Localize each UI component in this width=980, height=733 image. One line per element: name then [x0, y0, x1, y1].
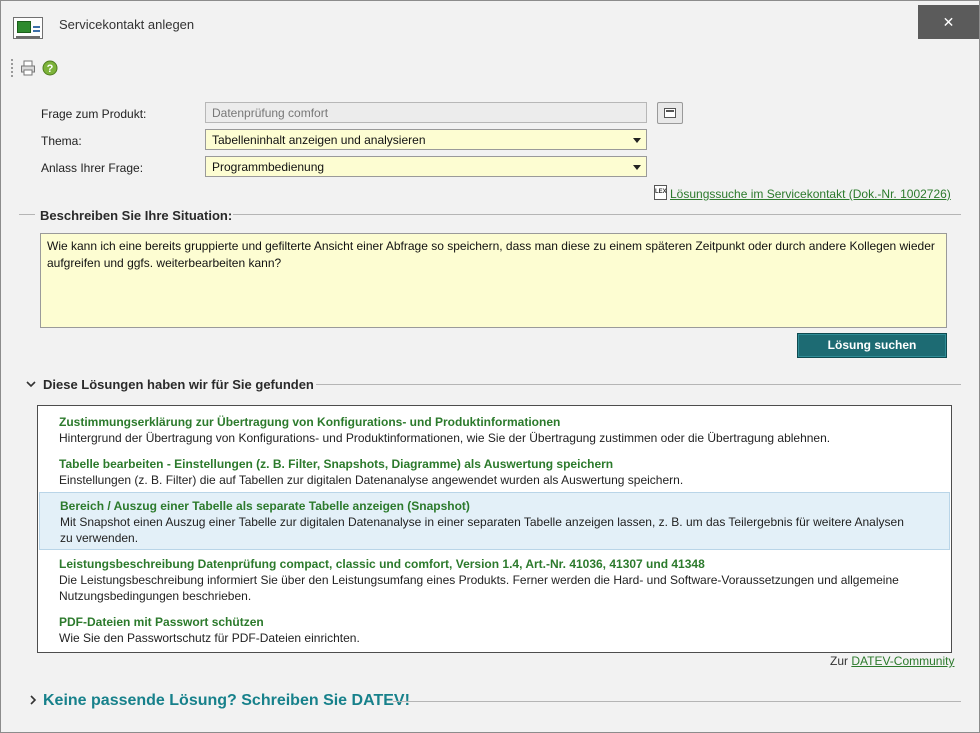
- window-picker-icon: [664, 108, 676, 118]
- divider: [316, 384, 961, 385]
- solution-title[interactable]: Leistungsbeschreibung Datenprüfung compa…: [59, 556, 910, 572]
- list-item[interactable]: Tabelle bearbeiten - Einstellungen (z. B…: [39, 456, 950, 488]
- product-picker-button[interactable]: [657, 102, 683, 124]
- toolbar-grip: [11, 59, 13, 77]
- search-solution-button[interactable]: Lösung suchen: [797, 333, 947, 358]
- solution-desc: Einstellungen (z. B. Filter) die auf Tab…: [59, 473, 684, 487]
- solution-title[interactable]: Tabelle bearbeiten - Einstellungen (z. B…: [59, 456, 950, 472]
- community-prefix: Zur: [830, 654, 848, 668]
- title-bar: Servicekontakt anlegen ✕: [1, 1, 979, 49]
- reason-dropdown[interactable]: Programmbedienung: [205, 156, 647, 177]
- close-button[interactable]: ✕: [918, 5, 979, 39]
- solution-title[interactable]: Bereich / Auszug einer Tabelle als separ…: [60, 498, 909, 514]
- divider: [19, 214, 35, 215]
- chevron-down-icon: [633, 138, 641, 143]
- service-contact-window: Servicekontakt anlegen ✕ ? Frage zum Pro…: [0, 0, 980, 733]
- solution-desc: Mit Snapshot einen Auszug einer Tabelle …: [60, 515, 904, 545]
- list-item[interactable]: PDF-Dateien mit Passwort schützen Wie Si…: [39, 614, 950, 646]
- reason-value: Programmbedienung: [212, 160, 325, 174]
- solution-desc: Die Leistungsbeschreibung informiert Sie…: [59, 573, 899, 603]
- window-title: Servicekontakt anlegen: [59, 17, 195, 32]
- topic-value: Tabelleninhalt anzeigen und analysieren: [212, 133, 426, 147]
- chevron-down-icon[interactable]: [26, 379, 36, 389]
- list-item[interactable]: Zustimmungserklärung zur Übertragung von…: [39, 414, 950, 446]
- solution-desc: Wie Sie den Passwortschutz für PDF-Datei…: [59, 631, 360, 645]
- solution-desc: Hintergrund der Übertragung von Konfigur…: [59, 431, 831, 445]
- solution-title[interactable]: Zustimmungserklärung zur Übertragung von…: [59, 414, 950, 430]
- product-field: Datenprüfung comfort: [205, 102, 647, 123]
- close-icon: ✕: [942, 13, 955, 30]
- solution-title[interactable]: PDF-Dateien mit Passwort schützen: [59, 614, 950, 630]
- chevron-down-icon: [633, 165, 641, 170]
- print-icon[interactable]: [20, 60, 36, 76]
- reference-link-text: Lösungssuche im Servicekontakt (Dok.-Nr.…: [670, 187, 951, 201]
- product-value: Datenprüfung comfort: [212, 106, 329, 120]
- solutions-heading: Diese Lösungen haben wir für Sie gefunde…: [43, 377, 314, 392]
- product-label: Frage zum Produkt:: [41, 107, 147, 121]
- list-item[interactable]: Leistungsbeschreibung Datenprüfung compa…: [39, 556, 950, 604]
- help-icon[interactable]: ?: [42, 60, 58, 76]
- divider: [393, 701, 961, 702]
- situation-text: Wie kann ich eine bereits gruppierte und…: [47, 239, 935, 270]
- topic-dropdown[interactable]: Tabelleninhalt anzeigen und analysieren: [205, 129, 647, 150]
- reference-link[interactable]: Lösungssuche im Servicekontakt (Dok.-Nr.…: [654, 187, 951, 201]
- app-monitor-icon: [13, 17, 43, 39]
- list-item-selected[interactable]: Bereich / Auszug einer Tabelle als separ…: [39, 492, 950, 550]
- community-link-row: Zur DATEV-Community: [830, 654, 954, 668]
- situation-heading: Beschreiben Sie Ihre Situation:: [40, 208, 233, 223]
- chevron-right-icon[interactable]: [28, 695, 38, 705]
- solutions-list: Zustimmungserklärung zur Übertragung von…: [37, 405, 952, 653]
- divider: [233, 214, 961, 215]
- topic-label: Thema:: [41, 134, 82, 148]
- toolbar: ?: [9, 57, 109, 79]
- contact-datev-heading[interactable]: Keine passende Lösung? Schreiben Sie DAT…: [43, 692, 410, 710]
- community-link[interactable]: DATEV-Community: [851, 654, 954, 668]
- svg-text:?: ?: [47, 63, 54, 75]
- situation-textarea[interactable]: Wie kann ich eine bereits gruppierte und…: [40, 233, 947, 328]
- reason-label: Anlass Ihrer Frage:: [41, 161, 144, 175]
